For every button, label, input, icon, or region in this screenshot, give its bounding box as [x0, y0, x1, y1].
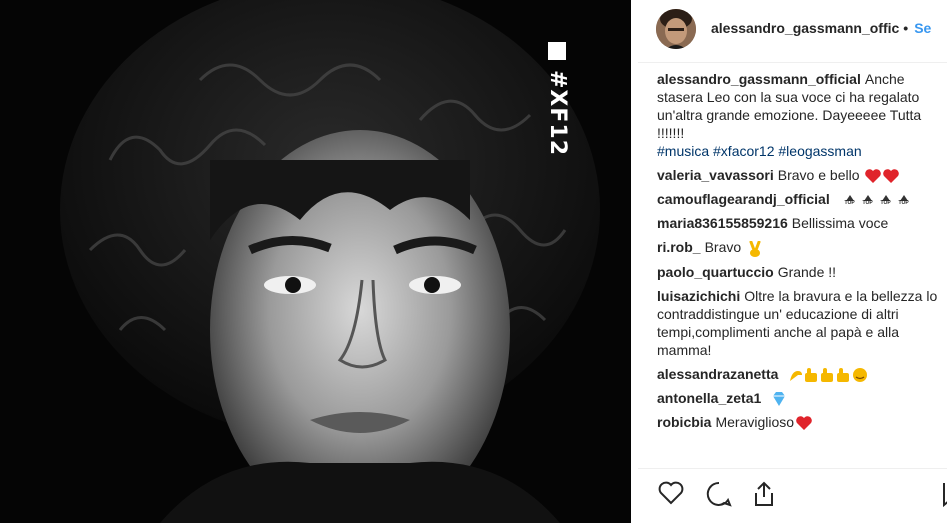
- comment-text: Grande !!: [777, 263, 837, 280]
- gem-emoji: [773, 392, 786, 407]
- header-separator: •: [903, 20, 909, 36]
- hashtag-badge: #XF12: [545, 42, 570, 157]
- list-item: maria836155859216 Bellissima voce: [657, 214, 947, 232]
- red-heart-emoji: [796, 416, 812, 431]
- comment-username[interactable]: maria836155859216: [657, 215, 788, 231]
- red-heart-emoji: [865, 169, 900, 184]
- top-arrow-emoji: TOP: [862, 195, 874, 206]
- caption-username[interactable]: alessandro_gassmann_official: [657, 71, 861, 87]
- comment-username[interactable]: antonella_zeta1: [657, 390, 761, 406]
- post-header: alessandro_gassmann_offic • Se: [638, 0, 947, 63]
- list-item: alessandrazanetta: [657, 365, 947, 383]
- avatar-image: [656, 9, 696, 49]
- comment-username[interactable]: ri.rob_: [657, 239, 701, 255]
- comment-username[interactable]: alessandrazanetta: [657, 366, 778, 382]
- comments-fade: [657, 458, 947, 468]
- heart-icon: [658, 481, 684, 505]
- victory-hand-emoji: [749, 240, 761, 257]
- hashtag-text: #XF12: [545, 70, 570, 157]
- comment-text: Bravo: [704, 239, 742, 256]
- share-button[interactable]: [752, 481, 776, 512]
- like-button[interactable]: [658, 481, 684, 510]
- list-item: camouflagearandj_official TOP TOP TOP TOP: [657, 190, 947, 208]
- comment-username[interactable]: paolo_quartuccio: [657, 264, 774, 280]
- badge-square: [548, 42, 566, 60]
- comment-button[interactable]: [706, 481, 732, 512]
- list-item: antonella_zeta1: [657, 389, 947, 407]
- list-item: luisazichichi Oltre la bravura e la belle…: [657, 287, 947, 359]
- list-item: paolo_quartuccio Grande !!: [657, 263, 947, 281]
- bookmark-icon: [943, 483, 947, 508]
- list-item: valeria_vavassori Bravo e bello: [657, 166, 947, 184]
- share-icon: [755, 481, 773, 506]
- comment-username[interactable]: valeria_vavassori: [657, 167, 774, 183]
- portrait-image: [0, 0, 631, 523]
- caption: alessandro_gassmann_official Anche staser…: [657, 70, 947, 160]
- comment-text: Bravo e bello: [777, 167, 860, 183]
- save-button[interactable]: [943, 481, 947, 512]
- avatar[interactable]: [656, 9, 696, 49]
- comment-username[interactable]: robicbia: [657, 414, 711, 430]
- post-side-panel: alessandro_gassmann_offic • Se alessandro_…: [638, 0, 947, 523]
- comment-username[interactable]: camouflagearandj_official: [657, 191, 830, 207]
- comment-icon: [706, 481, 732, 507]
- caption-hashtags[interactable]: #musica #xfacor12 #leogassman: [657, 143, 862, 159]
- header-user-line: alessandro_gassmann_offic • Se: [711, 20, 931, 36]
- comments-list[interactable]: alessandro_gassmann_official Anche staser…: [657, 70, 947, 468]
- divider: [638, 468, 947, 469]
- comment-text: Meraviglioso: [715, 414, 795, 431]
- post-photo[interactable]: #XF12: [0, 0, 631, 523]
- list-item: ri.rob_ Bravo: [657, 238, 947, 257]
- top-arrow-emoji: TOP: [898, 195, 910, 206]
- top-arrow-emoji: TOP: [880, 195, 892, 206]
- header-username[interactable]: alessandro_gassmann_offic: [711, 20, 899, 36]
- comment-username[interactable]: luisazichichi: [657, 288, 740, 304]
- list-item: robicbia Meraviglioso: [657, 413, 947, 431]
- comment-text: Bellissima voce: [791, 215, 889, 232]
- follow-button[interactable]: Se: [914, 20, 931, 36]
- thumbs-up-emojis: [790, 367, 868, 382]
- top-arrow-emoji: TOP: [844, 195, 856, 206]
